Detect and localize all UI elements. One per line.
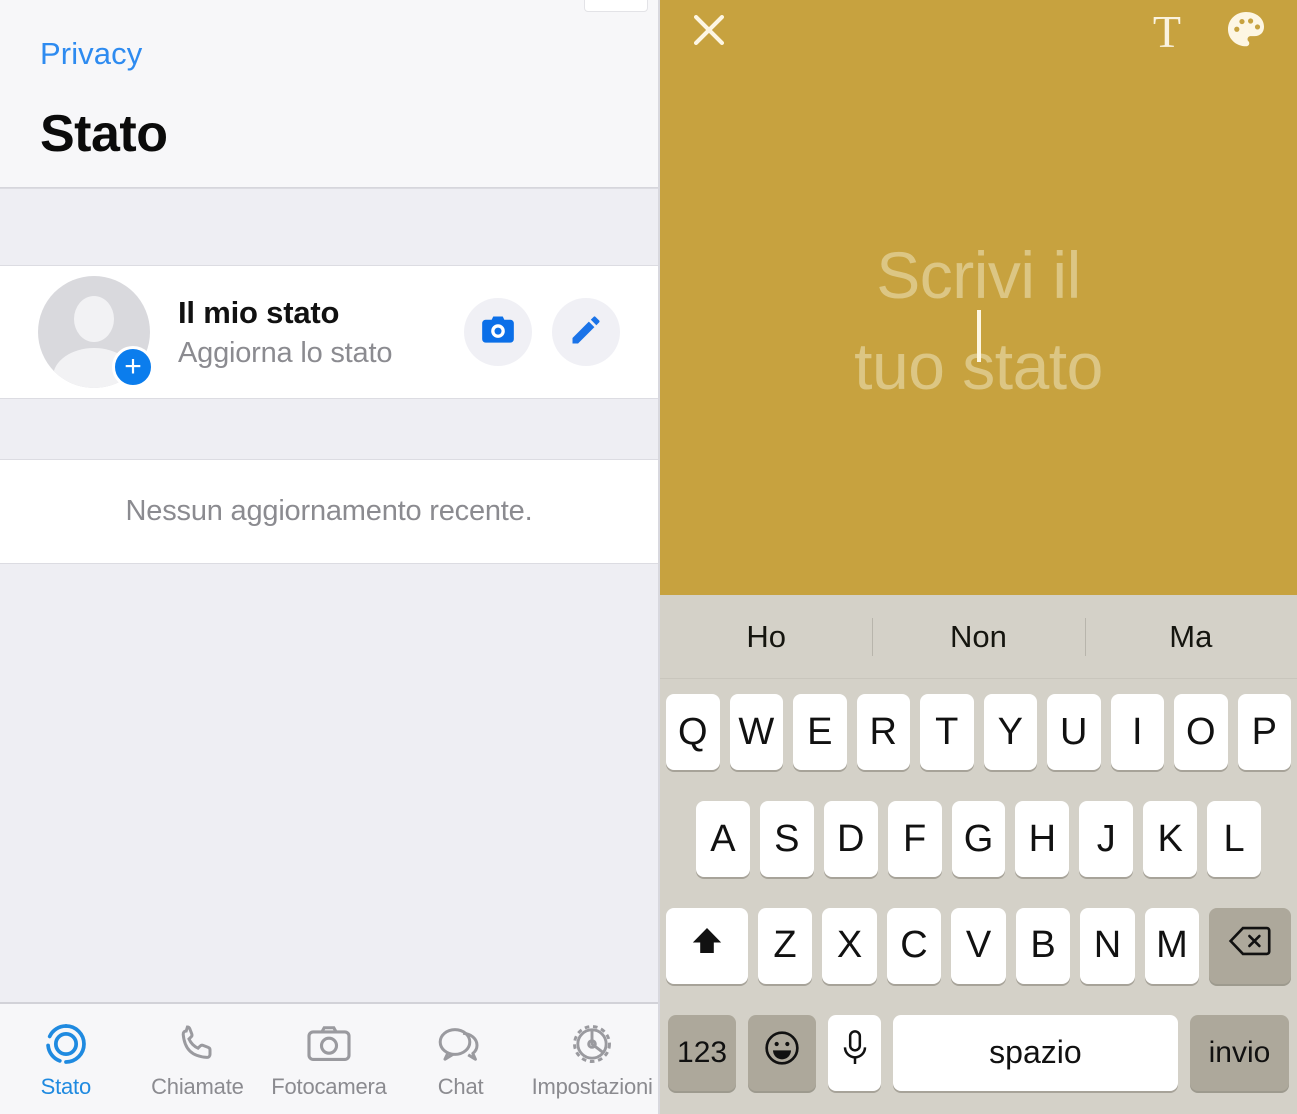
key-y[interactable]: Y: [983, 694, 1037, 771]
color-palette-icon: [1223, 7, 1269, 58]
list-empty-area: [0, 564, 658, 1002]
key-z[interactable]: Z: [757, 907, 813, 984]
dictation-key[interactable]: [828, 1014, 881, 1091]
key-i[interactable]: I: [1110, 694, 1164, 771]
tab-impostazioni[interactable]: Impostazioni: [526, 1004, 658, 1114]
backspace-key[interactable]: [1209, 907, 1291, 984]
key-x[interactable]: X: [822, 907, 877, 984]
back-button-privacy[interactable]: Privacy: [40, 36, 142, 72]
microphone-icon: [840, 1028, 870, 1078]
top-right-partial-element: [584, 0, 648, 12]
font-style-button[interactable]: T: [1153, 9, 1181, 55]
my-status-text: Il mio stato Aggiorna lo stato: [178, 295, 444, 370]
empty-state-row: Nessun aggiornamento recente.: [0, 460, 658, 564]
compose-canvas[interactable]: T Scrivi il tuo stato: [660, 0, 1297, 595]
keyboard-row-2: A S D F G H J K L: [660, 786, 1297, 893]
backspace-icon: [1228, 924, 1272, 968]
color-palette-button[interactable]: [1223, 7, 1269, 58]
placeholder-line-1: Scrivi il: [876, 238, 1081, 312]
key-e[interactable]: E: [793, 694, 847, 771]
key-s[interactable]: S: [759, 801, 814, 878]
key-n[interactable]: N: [1080, 907, 1135, 984]
close-button[interactable]: [688, 9, 730, 56]
edit-status-button[interactable]: [552, 298, 620, 366]
key-j[interactable]: J: [1079, 801, 1134, 878]
camera-icon: [304, 1018, 354, 1070]
add-status-badge-icon[interactable]: +: [112, 346, 154, 388]
key-t[interactable]: T: [920, 694, 974, 771]
camera-status-button[interactable]: [464, 298, 532, 366]
key-k[interactable]: K: [1143, 801, 1198, 878]
tab-fotocamera[interactable]: Fotocamera: [263, 1004, 395, 1114]
key-d[interactable]: D: [823, 801, 878, 878]
my-status-title: Il mio stato: [178, 294, 340, 330]
space-key[interactable]: spazio: [892, 1014, 1178, 1091]
app-screen: Privacy Stato + Il mio stato Aggiorna lo…: [0, 0, 1297, 1114]
key-p[interactable]: P: [1237, 694, 1291, 771]
key-b[interactable]: B: [1015, 907, 1071, 984]
tab-chat-label: Chat: [437, 1074, 484, 1099]
emoji-icon: [762, 1028, 802, 1078]
camera-icon: [479, 311, 517, 354]
emoji-key[interactable]: [748, 1014, 817, 1091]
shift-key[interactable]: [666, 907, 748, 984]
suggestion-item[interactable]: Ho: [660, 619, 872, 655]
shift-icon: [690, 924, 724, 968]
avatar[interactable]: +: [38, 276, 154, 388]
section-spacer-top: [0, 188, 658, 266]
keyboard-row-4: 123 spazio invio: [660, 999, 1297, 1106]
tab-chat[interactable]: Chat: [395, 1004, 527, 1114]
text-cursor: [976, 310, 981, 362]
tab-impostazioni-label: Impostazioni: [531, 1074, 653, 1099]
key-o[interactable]: O: [1174, 694, 1228, 771]
key-q[interactable]: Q: [666, 694, 720, 771]
pencil-icon: [568, 312, 604, 353]
key-u[interactable]: U: [1047, 694, 1101, 771]
tab-fotocamera-label: Fotocamera: [271, 1074, 387, 1099]
key-g[interactable]: G: [951, 801, 1006, 878]
empty-state-text: Nessun aggiornamento recente.: [125, 495, 533, 527]
chat-bubbles-icon: [435, 1018, 487, 1070]
tab-chiamate[interactable]: Chiamate: [132, 1004, 264, 1114]
key-w[interactable]: W: [729, 694, 783, 771]
key-v[interactable]: V: [951, 907, 1006, 984]
compose-status-panel: T Scrivi il tuo stato Ho Non Ma Q W E R …: [660, 0, 1297, 1114]
key-a[interactable]: A: [696, 801, 750, 878]
tab-stato[interactable]: Stato: [0, 1004, 132, 1114]
key-r[interactable]: R: [856, 694, 910, 771]
key-h[interactable]: H: [1015, 801, 1070, 878]
status-rings-icon: [41, 1018, 91, 1070]
key-c[interactable]: C: [886, 907, 942, 984]
keyboard-row-1: Q W E R T Y U I O P: [660, 679, 1297, 786]
on-screen-keyboard: Ho Non Ma Q W E R T Y U I O P A S D F G …: [660, 595, 1297, 1114]
my-status-row[interactable]: + Il mio stato Aggiorna lo stato: [0, 266, 658, 398]
close-icon: [688, 9, 730, 56]
key-l[interactable]: L: [1207, 801, 1262, 878]
numbers-key[interactable]: 123: [668, 1014, 737, 1091]
tab-chiamate-label: Chiamate: [151, 1074, 244, 1099]
status-list-panel: Privacy Stato + Il mio stato Aggiorna lo…: [0, 0, 660, 1114]
tab-stato-label: Stato: [40, 1074, 92, 1099]
page-title: Stato: [40, 105, 168, 163]
key-f[interactable]: F: [887, 801, 942, 878]
section-spacer-middle: [0, 398, 658, 460]
bottom-tab-bar: Stato Chiamate Fotocamera Chat Impostazi…: [0, 1002, 658, 1114]
compose-toolbar: T: [660, 0, 1297, 64]
phone-icon: [173, 1018, 221, 1070]
return-key[interactable]: invio: [1189, 1014, 1289, 1091]
my-status-subtitle: Aggiorna lo stato: [178, 336, 393, 369]
suggestion-item[interactable]: Ma: [1085, 619, 1297, 655]
suggestion-item[interactable]: Non: [872, 619, 1084, 655]
suggestion-bar: Ho Non Ma: [660, 595, 1297, 679]
gear-icon: [567, 1018, 617, 1070]
key-m[interactable]: M: [1144, 907, 1200, 984]
keyboard-row-3: Z X C V B N M: [660, 893, 1297, 1000]
navigation-header: Privacy Stato: [0, 0, 658, 188]
